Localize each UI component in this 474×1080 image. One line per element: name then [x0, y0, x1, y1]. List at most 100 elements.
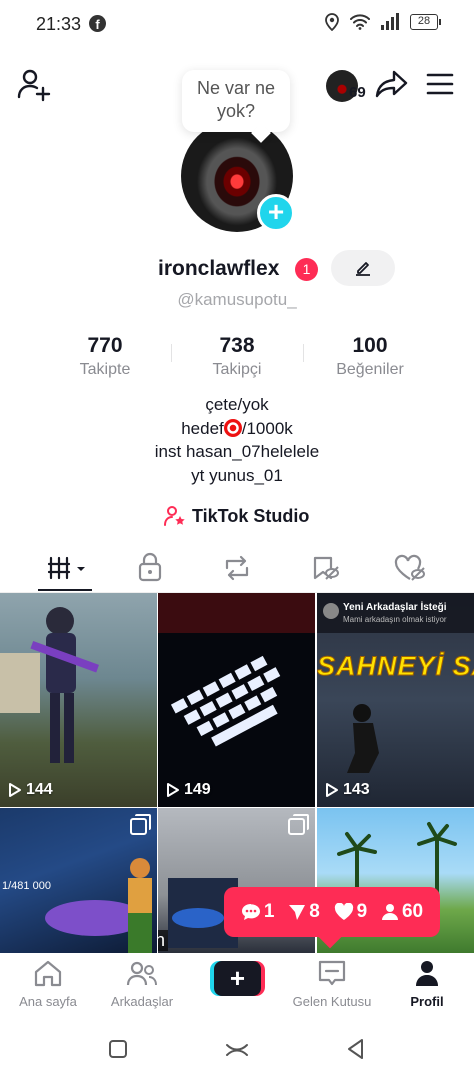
bio-text: /1000k: [241, 418, 293, 438]
activity-likes: 9: [334, 901, 368, 923]
profile-top-bar: Ne var ne yok? 69: [0, 60, 474, 132]
heart-icon: [334, 903, 353, 920]
stat-likes-value: 100: [352, 334, 388, 357]
add-story-plus-icon[interactable]: +: [257, 194, 295, 232]
studio-icon: [164, 506, 185, 526]
pencil-icon: [356, 262, 370, 276]
bio-line: inst hasan_07helelele: [154, 442, 320, 461]
activity-shares: 8: [288, 901, 320, 923]
signal-icon: [381, 13, 399, 30]
edit-profile-button[interactable]: [331, 250, 395, 286]
send-icon: [289, 905, 306, 920]
view-count-value: 143: [343, 781, 370, 798]
heart-hidden-icon: [394, 554, 425, 581]
stat-likes-label: Beğeniler: [336, 361, 404, 378]
activity-notification-popup[interactable]: 1 8 9 60: [224, 887, 440, 937]
stat-likes[interactable]: 100 Beğeniler: [310, 334, 430, 379]
profile-icon: [416, 961, 438, 986]
video-thumbnail[interactable]: 149: [158, 593, 315, 807]
tiktok-studio-link[interactable]: TikTok Studio: [164, 503, 309, 529]
game-character-thumbnail: [0, 607, 99, 763]
tab-videos[interactable]: [44, 551, 94, 585]
view-count: 149: [166, 781, 211, 799]
tab-reposts[interactable]: [212, 551, 262, 585]
back-icon[interactable]: [344, 1037, 368, 1061]
tab-private[interactable]: [125, 551, 175, 585]
bottom-navigation: Ana sayfa Arkadaşlar + Gelen Kutusu Prof…: [0, 953, 474, 1015]
crouching-figure-thumbnail: [347, 704, 379, 773]
create-button[interactable]: +: [210, 961, 265, 996]
tab-saved[interactable]: [300, 551, 350, 585]
profile-bio: çete/yok hedef/1000k inst hasan_07helele…: [0, 393, 474, 487]
bio-text: hedef: [181, 418, 224, 438]
recent-apps-icon[interactable]: [106, 1037, 130, 1061]
status-time: 21:33: [36, 14, 82, 34]
username: ironclawflex: [158, 257, 280, 280]
add-friend-icon[interactable]: [16, 66, 52, 102]
studio-label: TikTok Studio: [192, 505, 310, 526]
video-thumbnail[interactable]: 144: [0, 593, 157, 807]
bio-line: çete/yok: [205, 395, 269, 414]
stat-following[interactable]: 770 Takipte: [45, 334, 165, 379]
comment-icon: [241, 904, 260, 920]
username-badge[interactable]: 1: [295, 258, 318, 281]
friends-icon: [126, 961, 157, 986]
activity-likes-count: 9: [356, 901, 368, 922]
stat-followers[interactable]: 738 Takipçi: [177, 334, 297, 379]
profile-views-count: 69: [349, 84, 366, 101]
nav-profile-label: Profil: [410, 994, 444, 1009]
play-icon: [326, 783, 338, 797]
stat-divider: [303, 344, 304, 362]
nav-friends[interactable]: Arkadaşlar: [92, 959, 192, 1009]
stat-divider: [171, 344, 172, 362]
nav-inbox[interactable]: Gelen Kutusu: [282, 959, 382, 1009]
tab-liked[interactable]: [386, 551, 436, 585]
nav-home-label: Ana sayfa: [19, 994, 77, 1009]
view-count: 144: [8, 781, 53, 799]
nav-friends-label: Arkadaşlar: [110, 994, 174, 1009]
view-count-value: 149: [184, 781, 211, 798]
system-navigation-bar: [0, 1015, 474, 1080]
activity-comments-count: 1: [263, 901, 275, 922]
battery-icon: 28: [410, 14, 441, 30]
grid-videos-icon: [47, 556, 85, 580]
home-icon: [34, 960, 62, 987]
activity-followers: 60: [381, 901, 423, 923]
video-thumbnail[interactable]: 1/481 000: [0, 808, 157, 953]
target-emoji-icon: [223, 418, 242, 437]
bookmark-hidden-icon: [313, 556, 339, 580]
nav-inbox-label: Gelen Kutusu: [292, 994, 372, 1009]
username-row: ironclawflex 1: [0, 250, 474, 286]
story-prompt-bubble[interactable]: Ne var ne yok?: [182, 70, 290, 132]
facebook-icon: f: [89, 15, 106, 32]
share-icon[interactable]: [374, 66, 410, 102]
play-icon: [9, 783, 21, 797]
nav-home[interactable]: Ana sayfa: [0, 959, 98, 1009]
car-character-thumbnail: [45, 858, 152, 953]
stat-following-label: Takipte: [79, 361, 131, 378]
video-overlay-text: bukadar h: [158, 930, 169, 951]
activity-followers-count: 60: [401, 901, 424, 922]
stat-followers-value: 738: [219, 334, 255, 357]
inbox-icon: [318, 960, 346, 986]
home-gesture-icon[interactable]: [225, 1037, 249, 1061]
keyboard-thumbnail: [158, 593, 315, 747]
bio-line: yt yunus_01: [191, 465, 283, 485]
menu-icon[interactable]: [424, 68, 456, 100]
stat-followers-label: Takipçi: [212, 361, 262, 378]
activity-comments: 1: [241, 901, 275, 923]
profile-avatar[interactable]: +: [181, 120, 295, 232]
plus-icon: +: [214, 961, 261, 996]
user-handle: @kamusupotu_: [177, 290, 297, 309]
person-icon: [381, 904, 398, 920]
stat-following-value: 770: [87, 334, 123, 357]
status-bar: 21:33 f 28: [0, 0, 474, 50]
profile-stats: 770 Takipte 738 Takipçi 100 Beğeniler: [0, 334, 474, 384]
content-tabs: [0, 545, 474, 593]
nav-profile[interactable]: Profil: [377, 959, 474, 1009]
lock-icon: [138, 552, 162, 582]
wifi-icon: [350, 14, 370, 30]
active-tab-indicator: [38, 589, 92, 591]
video-thumbnail[interactable]: Yeni Arkadaşlar İsteği Mami arkadaşın ol…: [317, 593, 474, 807]
view-count-value: 144: [26, 781, 53, 798]
